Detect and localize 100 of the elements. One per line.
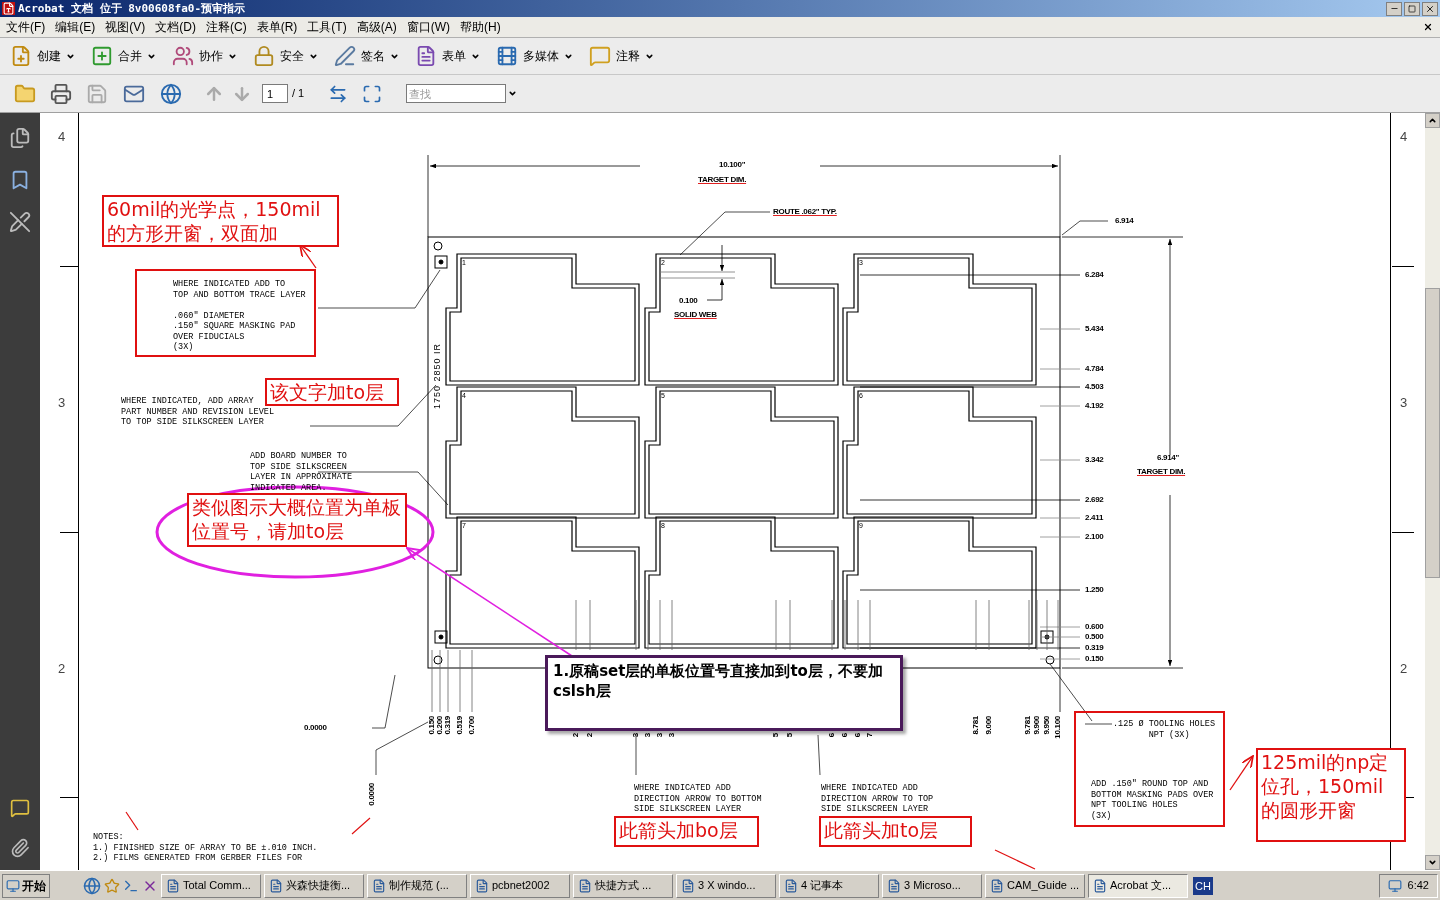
task-icon [253,45,275,67]
window-title: Acrobat 文档 位于 8v00608fa0-预审指示 [18,2,246,15]
annotation-arrow [299,244,317,269]
menu-item[interactable]: 文档(D) [150,19,201,35]
task-icon [10,45,32,67]
dimension-label: 8.781 [972,716,980,735]
close-document-icon[interactable] [1423,22,1433,32]
restore-icon [1408,4,1416,13]
dimension-label: 6 [828,733,836,738]
dimension-label: 0.150 [1085,654,1104,663]
dimension-label: 0.500 [1085,632,1104,641]
task-button[interactable]: 签名 [332,41,401,71]
language-indicator[interactable]: CH [1193,876,1213,895]
page-number-field[interactable]: 1 [262,84,288,103]
annotation-box: 125mil的np定位孔，150mil的圆形开窗 [1256,748,1406,842]
taskbar-button[interactable]: Acrobat 文... [1088,873,1188,898]
menu-item[interactable]: 高级(A) [351,19,402,35]
menu-item[interactable]: 视图(V) [100,19,151,35]
scroll-up-button[interactable] [1425,113,1440,128]
task-button[interactable]: 协作 [170,41,239,71]
vertical-label: 1750 2850 IR [432,343,442,410]
taskbar-button[interactable]: 3 Microso... [882,873,982,898]
dimension-label: 5 [772,733,780,738]
taskbar-button[interactable]: 快捷方式 ... [573,873,673,898]
menu-item[interactable]: 文件(F) [1,19,51,35]
dimension-label: 0.0000 [304,723,327,732]
window-icon [1093,878,1107,893]
scrollbar-thumb[interactable] [1425,288,1440,578]
dimension-label: 0.519 [456,716,464,735]
pages-icon[interactable] [9,127,31,149]
leader-line [635,734,637,776]
menu-item[interactable]: 帮助(H) [455,19,506,35]
menu-item[interactable]: 注释(C) [201,19,252,35]
dimension-label: 6.284 [1085,270,1104,279]
menu-item[interactable]: 表单(R) [251,19,303,35]
task-icon [496,45,518,67]
ruler-label: 3 [58,394,66,412]
signature-icon[interactable] [9,211,31,233]
close-button[interactable] [1422,1,1438,16]
dimension-label: 6.914 [1115,216,1134,225]
fit-page-icon[interactable] [362,83,383,104]
dimension-label: 5 [786,733,794,738]
task-button[interactable]: 创建 [8,41,77,71]
scroll-down-button[interactable] [1425,855,1440,870]
ruler-label: 2 [1400,660,1408,678]
menu-item[interactable]: 工具(T) [302,19,352,35]
framed-note: WHERE INDICATED ADD TO TOP AND BOTTOM TRACE LAYER .060" DIAMETER .150" SQUARE MASKING PAD OVER FIDUCIALS (3X) [135,269,316,357]
window-icon [887,878,901,893]
dimension-label: 0.200 [436,716,444,735]
annotation-mark [125,811,139,831]
dimension-label: 6 [854,733,862,738]
taskbar-button[interactable]: 兴森快捷衡... [264,873,364,898]
window-icon [578,878,592,893]
clock: 6:42 [1407,878,1429,894]
window-icon [990,878,1004,893]
attachment-icon[interactable] [10,838,30,858]
dimension-label: 3 [632,733,640,738]
dimension-label: 4.784 [1085,364,1104,373]
menu-item[interactable]: 编辑(E) [50,19,101,35]
dimension-label: 10.100" [719,160,746,169]
taskbar-button[interactable]: CAM_Guide ... [985,873,1085,898]
taskbar-button[interactable]: 3 X windo... [676,873,776,898]
task-button[interactable]: 多媒体 [494,41,575,71]
caret-icon[interactable] [508,89,518,98]
leader-line [1061,220,1109,236]
window-icon [372,878,386,893]
taskbar-button[interactable]: 制作规范 (... [367,873,467,898]
dimension-label: 2 [572,733,580,738]
dimension-label: 9.781 [1024,716,1032,735]
taskbar-button[interactable]: pcbnet2002 [470,873,570,898]
printer-icon[interactable] [50,82,72,105]
globe-icon[interactable] [160,82,182,105]
task-button[interactable]: 表单 [413,41,482,71]
comments-icon[interactable] [10,798,30,818]
dimension-label: 2.411 [1085,513,1104,522]
annotation-box: 此箭头加bo层 [614,816,759,847]
task-icon [415,45,437,67]
struck-label: ROUTE .062" TYP. [773,207,837,216]
dimension-label: 7 [866,733,874,738]
drawing-note: NOTES: 1.) FINISHED SIZE OF ARRAY TO BE ±.010 INCH. 2.) FILMS GENERATED FROM GERBER FILES FOR [93,832,318,864]
task-button[interactable]: 合并 [89,41,158,71]
struck-label: TARGET DIM. [1137,467,1186,476]
minimize-button[interactable] [1386,1,1402,16]
menu-item[interactable]: 窗口(W) [401,19,455,35]
taskbar-button[interactable]: 4 记事本 [779,873,879,898]
task-button[interactable]: 安全 [251,41,320,71]
browser-icon[interactable] [83,876,101,895]
start-button[interactable]: 开始 [2,873,50,898]
dimension-label: 9.950 [1043,716,1051,735]
ruler-label: 4 [1400,128,1408,146]
dimension-label: 3 [656,733,664,738]
taskbar-button[interactable]: Total Comm... [161,873,261,898]
task-button[interactable]: 注释 [587,41,656,71]
dimension-label: 0.319 [1085,643,1104,652]
drawing-note: WHERE INDICATED ADD DIRECTION ARROW TO TOP SIDE SILKSCREEN LAYER [821,783,934,815]
close-icon [1425,3,1435,14]
window-icon [784,878,798,893]
dimension-label: 9.000 [985,716,993,735]
dimension-label: 0.319 [444,716,452,735]
struck-label: TARGET DIM. [698,175,747,184]
